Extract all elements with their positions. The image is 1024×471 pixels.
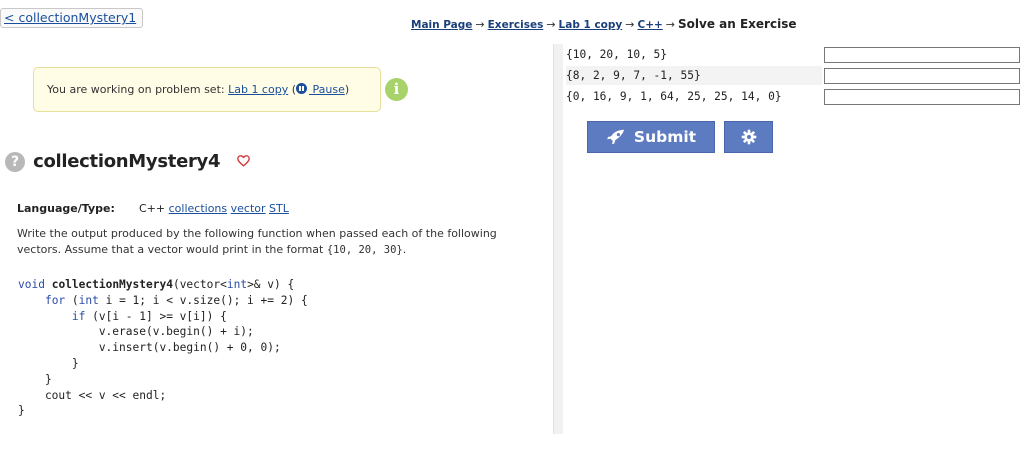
answer-field-3[interactable] [824,89,1020,105]
breadcrumb-sep: → [475,18,485,31]
problem-description: Write the output produced by the followi… [17,226,517,258]
help-icon[interactable]: ? [5,151,25,172]
problem-title: collectionMystery4 [33,151,221,172]
notice-open-paren: ( [288,83,297,96]
notice-close-paren: ) [344,83,350,96]
breadcrumb-sep: → [546,18,556,31]
tag-stl[interactable]: STL [269,202,289,215]
submit-button[interactable]: Submit [587,121,715,153]
answer-field-1[interactable] [824,47,1020,63]
notice-text: You are working on problem set: Lab 1 co… [47,83,349,96]
problem-title-row: ? collectionMystery4 [5,151,251,173]
breadcrumb-main-page[interactable]: Main Page [411,19,472,31]
language-cpp: C++ [139,202,166,215]
description-end: . [402,243,407,256]
breadcrumb: Main Page → Exercises → Lab 1 copy → C++ → Solve… [411,17,796,31]
heart-icon-svg [237,155,251,167]
gear-icon [741,129,756,145]
language-label: Language/Type: [17,202,115,215]
pause-icon [296,83,308,94]
case-input-2: {8, 2, 9, 7, -1, 55} [566,66,822,85]
info-icon[interactable]: i [385,78,408,101]
breadcrumb-lab-1-copy[interactable]: Lab 1 copy [559,19,623,31]
tag-collections[interactable]: collections [169,202,228,215]
breadcrumb-exercises[interactable]: Exercises [488,19,544,31]
breadcrumb-current: Solve an Exercise [678,17,797,31]
case-input-1: {10, 20, 10, 5} [566,48,668,61]
problem-set-link[interactable]: Lab 1 copy [228,83,288,96]
breadcrumb-cpp[interactable]: C++ [637,19,662,31]
rocket-icon [607,129,624,145]
format-example: {10, 20, 30} [326,244,403,256]
language-row: Language/Type: C++ collections vector STL [17,202,289,215]
problem-set-notice: You are working on problem set: Lab 1 co… [33,67,408,112]
settings-button[interactable] [724,121,773,153]
panel-divider[interactable] [553,44,563,434]
answer-field-2[interactable] [824,68,1020,84]
breadcrumb-sep: → [625,18,635,31]
back-link[interactable]: < collectionMystery1 [0,8,144,28]
code-listing: void collectionMystery4(vector<int>& v) … [18,278,308,418]
pause-link[interactable]: Pause [296,83,345,96]
description-text: Write the output produced by the followi… [17,227,497,256]
tag-vector[interactable]: vector [231,202,266,215]
case-input-3: {0, 16, 9, 1, 64, 25, 25, 14, 0} [566,90,782,103]
submit-label: Submit [633,128,697,146]
breadcrumb-sep: → [665,18,676,31]
heart-icon[interactable] [237,152,251,171]
pause-label: Pause [309,83,345,96]
notice-prefix: You are working on problem set: [47,83,229,96]
